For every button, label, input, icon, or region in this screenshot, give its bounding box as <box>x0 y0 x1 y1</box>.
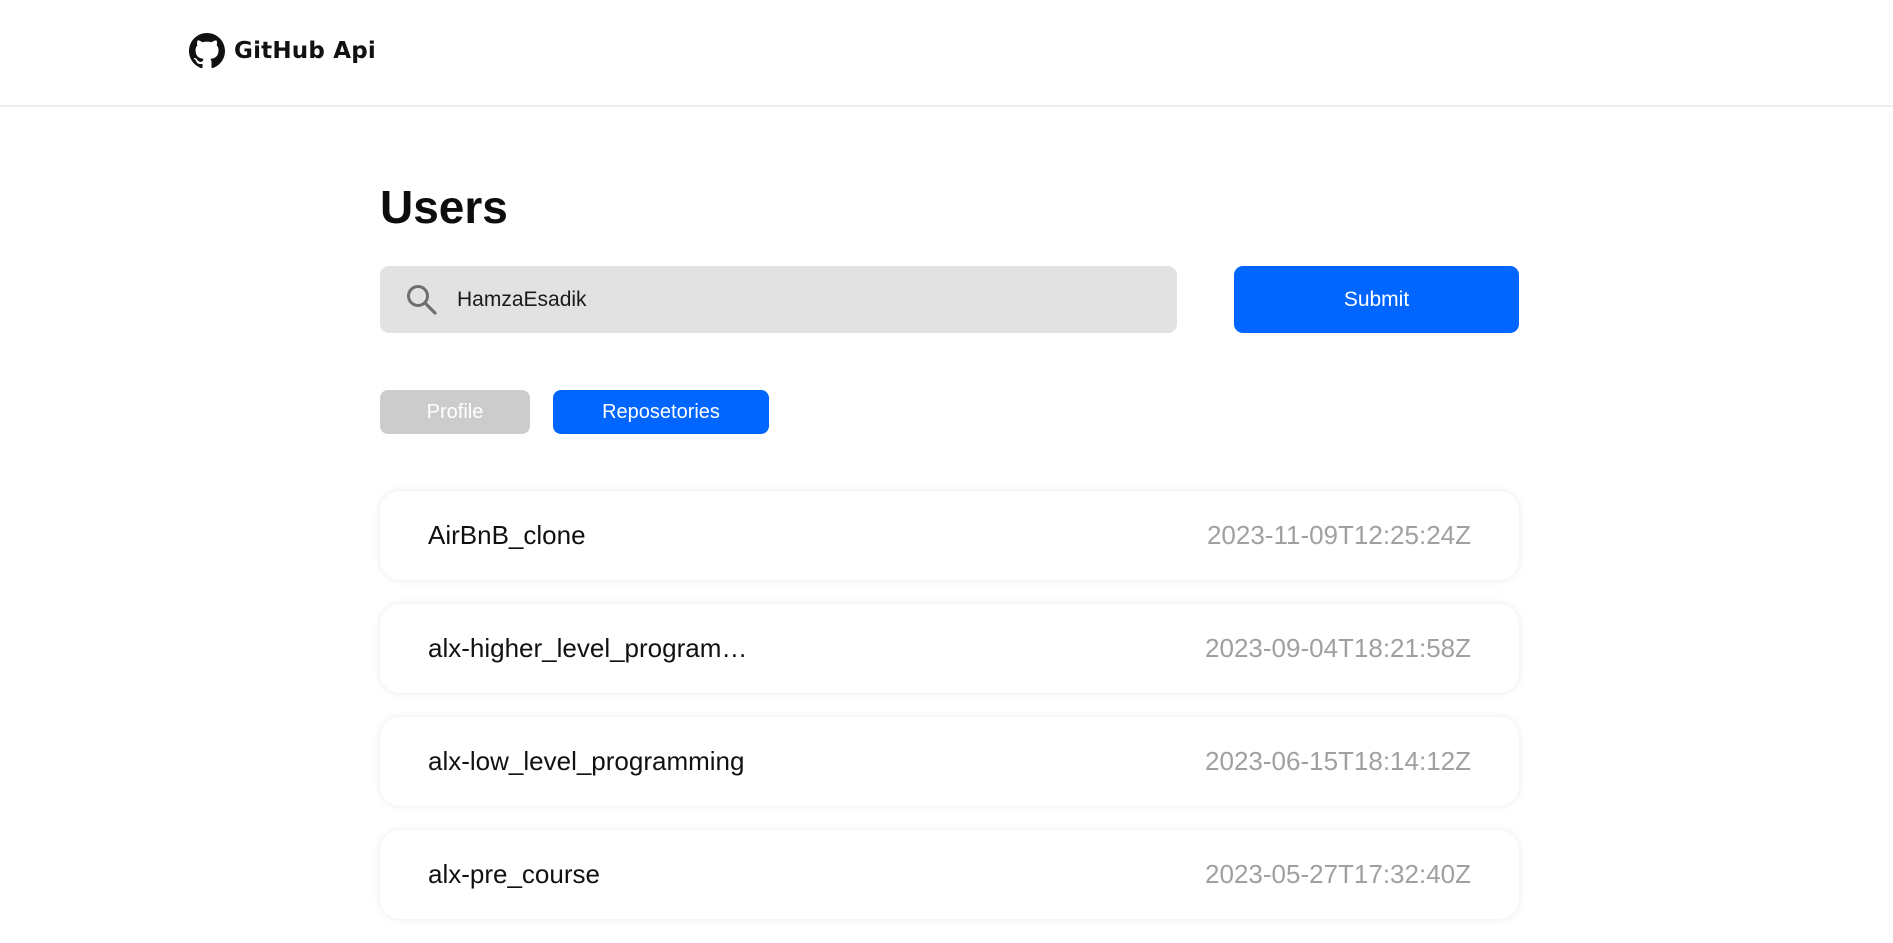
repo-name: AirBnB_clone <box>428 520 586 550</box>
search-box[interactable] <box>380 266 1177 333</box>
repo-date: 2023-06-15T18:14:12Z <box>1205 746 1471 776</box>
tab-profile[interactable]: Profile <box>380 390 530 434</box>
tab-repositories[interactable]: Reposetories <box>553 390 769 434</box>
navbar: GitHub Api <box>0 0 1893 107</box>
repo-item[interactable]: AirBnB_clone 2023-11-09T12:25:24Z <box>380 491 1519 580</box>
brand[interactable]: GitHub Api <box>189 33 376 69</box>
repo-date: 2023-05-27T17:32:40Z <box>1205 859 1471 889</box>
brand-title: GitHub Api <box>234 38 376 64</box>
repo-name: alx-low_level_programming <box>428 746 745 776</box>
repo-name: alx-higher_level_programming <box>428 633 758 663</box>
repo-list: AirBnB_clone 2023-11-09T12:25:24Z alx-hi… <box>380 491 1519 943</box>
repo-date: 2023-11-09T12:25:24Z <box>1206 520 1471 550</box>
search-input[interactable] <box>457 279 1137 320</box>
repo-name: alx-pre_course <box>428 859 600 889</box>
repo-item[interactable]: alx-higher_level_programming 2023-09-04T… <box>380 604 1519 693</box>
repo-date: 2023-09-04T18:21:58Z <box>1205 633 1471 663</box>
submit-button[interactable]: Submit <box>1234 266 1519 333</box>
repo-item[interactable]: alx-low_level_programming 2023-06-15T18:… <box>380 717 1519 806</box>
search-icon <box>405 283 439 317</box>
page-title: Users <box>380 181 508 233</box>
github-icon <box>189 33 225 69</box>
